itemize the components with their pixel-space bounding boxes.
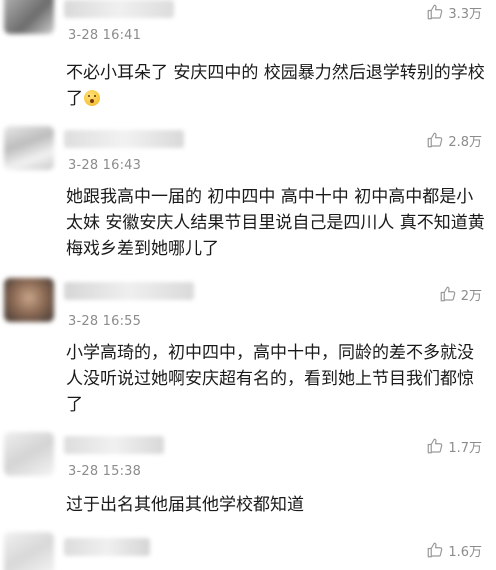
comment-text: 她跟我高中一届的 初中四中 高中十中 初中高中都是小太妹 安徽安庆人结果节目里说… <box>66 187 485 259</box>
like-button[interactable]: 1.6万 <box>426 540 482 560</box>
shocked-face-emoji-icon <box>84 90 100 106</box>
avatar[interactable] <box>4 0 54 34</box>
comment-time: 3-28 16:41 <box>68 28 142 43</box>
comment-list: 3.3万 3-28 16:41 不必小耳朵了 安庆四中的 校园暴力然后退学转别的… <box>0 0 496 570</box>
thumbs-up-icon <box>440 286 456 302</box>
avatar[interactable] <box>4 126 54 170</box>
avatar[interactable] <box>4 432 54 476</box>
avatar[interactable] <box>4 532 54 570</box>
username[interactable] <box>64 436 164 454</box>
comment-text: 不必小耳朵了 安庆四中的 校园暴力然后退学转别的学校了 <box>66 60 486 112</box>
like-count: 3.3万 <box>448 6 482 22</box>
like-button[interactable]: 3.3万 <box>426 2 482 22</box>
like-count: 1.7万 <box>448 440 482 456</box>
comment-text: 小学高琦的，初中四中，高中十中，同龄的差不多就没人没听说过她啊安庆超有名的，看到… <box>66 343 474 415</box>
avatar[interactable] <box>4 278 54 322</box>
thumbs-up-icon <box>427 4 443 20</box>
like-count: 1.6万 <box>448 544 482 560</box>
comment-text-content: 不必小耳朵了 安庆四中的 校园暴力然后退学转别的学校了 <box>66 63 485 109</box>
username[interactable] <box>64 0 174 18</box>
username[interactable] <box>64 282 194 300</box>
username[interactable] <box>64 538 150 556</box>
thumbs-up-icon <box>427 132 443 148</box>
comment-text: 过于出名其他届其他学校都知道 <box>66 495 304 515</box>
like-count: 2万 <box>460 288 482 304</box>
thumbs-up-icon <box>427 438 443 454</box>
comment-time: 3-28 16:43 <box>68 158 142 173</box>
like-button[interactable]: 1.7万 <box>426 436 482 456</box>
comment-item: 2.8万 3-28 16:43 她跟我高中一届的 初中四中 高中十中 初中高中都… <box>0 118 496 278</box>
comment-item: 1.7万 3-28 15:38 过于出名其他届其他学校都知道 <box>0 424 496 524</box>
comment-time: 3-28 16:55 <box>68 314 142 329</box>
like-count: 2.8万 <box>448 134 482 150</box>
username[interactable] <box>64 130 184 148</box>
thumbs-up-icon <box>427 542 443 558</box>
comment-item: 2万 3-28 16:55 小学高琦的，初中四中，高中十中，同龄的差不多就没人没… <box>0 270 496 420</box>
like-button[interactable]: 2万 <box>439 284 482 304</box>
comment-item: 3.3万 3-28 16:41 不必小耳朵了 安庆四中的 校园暴力然后退学转别的… <box>0 0 496 120</box>
comment-item: 1.6万 <box>0 528 496 570</box>
like-button[interactable]: 2.8万 <box>426 130 482 150</box>
comment-time: 3-28 15:38 <box>68 464 142 479</box>
